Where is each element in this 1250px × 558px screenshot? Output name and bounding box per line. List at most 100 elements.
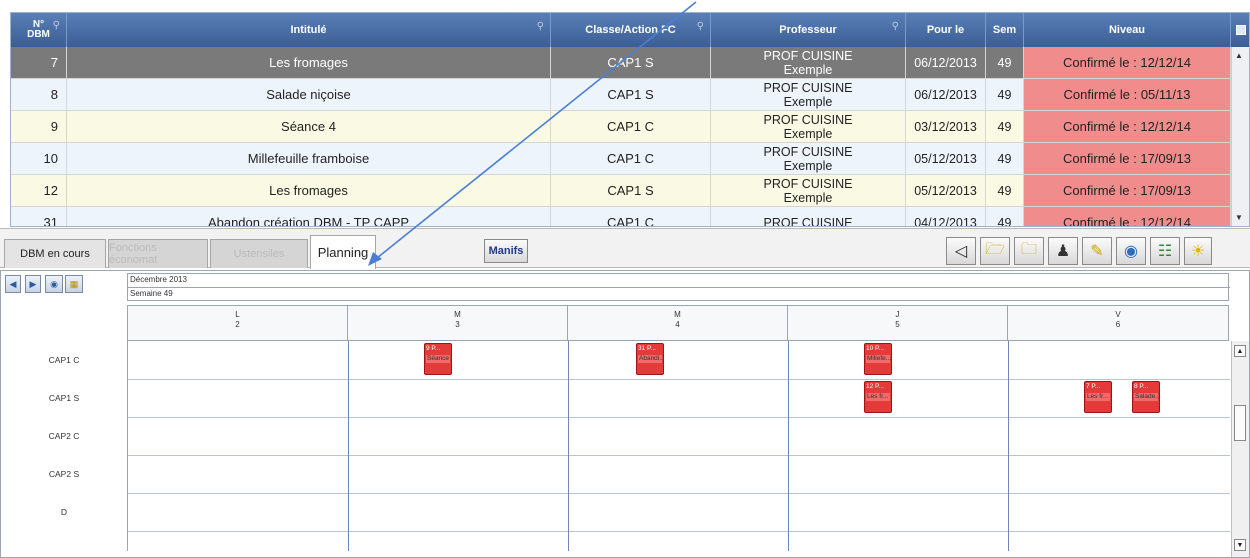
- day-divider: [1008, 341, 1009, 551]
- planning-event[interactable]: 9 P... Séance 4: [424, 343, 452, 375]
- tab-dbm-en-cours[interactable]: DBM en cours: [4, 239, 106, 268]
- cell-sem: 49: [986, 175, 1024, 207]
- prev-week-icon[interactable]: ◀: [5, 275, 21, 293]
- column-header-classe[interactable]: Classe/Action FC ⚲: [551, 13, 711, 47]
- header-professeur-label: Professeur: [779, 24, 837, 36]
- prof-line1: PROF CUISINE: [763, 48, 853, 63]
- search-icon[interactable]: ⚲: [892, 21, 899, 32]
- search-icon[interactable]: ⚲: [53, 21, 60, 31]
- next-week-icon[interactable]: ▶: [25, 275, 41, 293]
- table-row[interactable]: 31 Abandon création DBM - TP CAPP CAP1 C…: [11, 207, 1231, 227]
- cell-num: 8: [11, 79, 67, 111]
- row-divider: [128, 455, 1230, 456]
- search-globe-icon[interactable]: ◉: [1116, 237, 1146, 265]
- table-row[interactable]: 9 Séance 4 CAP1 C PROF CUISINE Exemple 03…: [11, 111, 1231, 143]
- scroll-up-icon[interactable]: ▲: [1235, 51, 1243, 60]
- row-label: D: [60, 507, 68, 517]
- planning-event[interactable]: 10 P... Millefe...: [864, 343, 892, 375]
- column-header-sem[interactable]: Sem: [986, 13, 1024, 47]
- basket-icon[interactable]: ◁: [946, 237, 976, 265]
- grid-scrollbar[interactable]: ▲ ▼: [1231, 47, 1249, 226]
- planning-view: ◀ ▶ ◉ ▦ Décembre 2013 Semaine 49 L2 M3 M…: [0, 270, 1250, 558]
- column-header-pour-le[interactable]: Pour le: [906, 13, 986, 47]
- header-pour-le-label: Pour le: [926, 24, 965, 36]
- cell-professeur: PROF CUISINE Exemple: [711, 47, 906, 79]
- prof-line1: PROF CUISINE: [763, 215, 853, 227]
- tree-icon[interactable]: ☷: [1150, 237, 1180, 265]
- day-number: 2: [235, 320, 240, 329]
- tab-bar: DBM en cours Fonctions économat Ustensil…: [0, 228, 1250, 269]
- prof-line1: PROF CUISINE: [763, 80, 853, 95]
- cell-intitule: Salade niçoise: [67, 79, 551, 111]
- search-globe-icon[interactable]: ◉: [45, 275, 63, 293]
- cell-sem: 49: [986, 79, 1024, 111]
- period-header: Décembre 2013 Semaine 49: [127, 273, 1230, 301]
- day-divider: [788, 341, 789, 551]
- scroll-down-icon[interactable]: ▼: [1235, 213, 1243, 222]
- prof-line2: Exemple: [783, 62, 833, 77]
- day-number: 5: [895, 320, 900, 329]
- column-header-num[interactable]: N° DBM ⚲: [11, 13, 67, 47]
- table-row[interactable]: 12 Les fromages CAP1 S PROF CUISINE Exemp…: [11, 175, 1231, 207]
- planning-event[interactable]: 12 P... Les fr...: [864, 381, 892, 413]
- week-label: Semaine 49: [128, 287, 1230, 299]
- cell-niveau: Confirmé le : 12/12/14: [1024, 207, 1231, 226]
- lightbulb-icon[interactable]: ☀: [1184, 237, 1212, 265]
- cell-professeur: PROF CUISINE: [711, 207, 906, 227]
- column-header-niveau[interactable]: Niveau: [1024, 13, 1231, 47]
- day-divider: [568, 341, 569, 551]
- column-header-professeur[interactable]: Professeur ⚲: [711, 13, 906, 47]
- cell-niveau: Confirmé le : 12/12/14: [1024, 111, 1231, 143]
- row-label: CAP1 S: [48, 393, 80, 403]
- cell-classe: CAP1 S: [551, 47, 711, 79]
- cell-num: 7: [11, 47, 67, 79]
- cell-pour-le: 05/12/2013: [906, 175, 986, 207]
- scroll-up-icon[interactable]: ▲: [1234, 345, 1246, 357]
- tab-planning[interactable]: Planning: [310, 235, 376, 269]
- planning-event[interactable]: 31 P... Abandi...: [636, 343, 664, 375]
- cell-num: 9: [11, 111, 67, 143]
- tab-fonctions-economat[interactable]: Fonctions économat: [108, 239, 208, 268]
- options-icon[interactable]: [1236, 25, 1246, 35]
- search-icon[interactable]: ⚲: [537, 21, 544, 32]
- planning-event[interactable]: 8 P... Salade...: [1132, 381, 1160, 413]
- cell-pour-le: 06/12/2013: [906, 79, 986, 111]
- header-sem-label: Sem: [992, 24, 1017, 36]
- manifs-button[interactable]: Manifs: [484, 239, 528, 263]
- cell-niveau: Confirmé le : 12/12/14: [1024, 47, 1231, 79]
- table-row[interactable]: 8 Salade niçoise CAP1 S PROF CUISINE Exem…: [11, 79, 1231, 111]
- planning-event[interactable]: 7 P... Les fr...: [1084, 381, 1112, 413]
- event-subtitle: Salade...: [1134, 393, 1160, 401]
- scroll-down-icon[interactable]: ▼: [1234, 539, 1246, 551]
- prof-line1: PROF CUISINE: [763, 112, 853, 127]
- cell-intitule: Séance 4: [67, 111, 551, 143]
- cell-classe: CAP1 C: [551, 111, 711, 143]
- cell-niveau: Confirmé le : 05/11/13: [1024, 79, 1231, 111]
- cell-pour-le: 04/12/2013: [906, 207, 986, 226]
- folder-open-icon[interactable]: 🗁: [980, 237, 1010, 265]
- prof-line1: PROF CUISINE: [763, 144, 853, 159]
- edit-folder-icon[interactable]: ✎: [1082, 237, 1112, 265]
- row-divider: [128, 531, 1230, 532]
- table-row[interactable]: 10 Millefeuille framboise CAP1 C PROF CU…: [11, 143, 1231, 175]
- event-subtitle: Les fr...: [866, 393, 890, 401]
- row-divider: [128, 493, 1230, 494]
- month-label: Décembre 2013: [130, 275, 187, 284]
- planning-scrollbar[interactable]: ▲ ▼: [1231, 341, 1249, 557]
- day-column-header: V6: [1008, 306, 1228, 340]
- folder-icon[interactable]: 🗀: [1014, 237, 1044, 265]
- search-icon[interactable]: ⚲: [697, 21, 704, 32]
- day-letter: V: [1115, 310, 1121, 319]
- grid-options[interactable]: [1231, 13, 1249, 47]
- cell-niveau: Confirmé le : 17/09/13: [1024, 175, 1231, 207]
- table-row[interactable]: 7 Les fromages CAP1 S PROF CUISINE Exempl…: [11, 47, 1231, 79]
- person-board-icon[interactable]: ♟: [1048, 237, 1078, 265]
- tab-ustensiles[interactable]: Ustensiles: [210, 239, 308, 268]
- event-title: 9 P...: [426, 345, 441, 352]
- scroll-thumb[interactable]: [1234, 405, 1246, 441]
- prof-line1: PROF CUISINE: [763, 176, 853, 191]
- calendar-icon[interactable]: ▦: [65, 275, 83, 293]
- cell-professeur: PROF CUISINE Exemple: [711, 79, 906, 111]
- column-header-intitule[interactable]: Intitulé ⚲: [67, 13, 551, 47]
- day-number: 6: [1115, 320, 1121, 329]
